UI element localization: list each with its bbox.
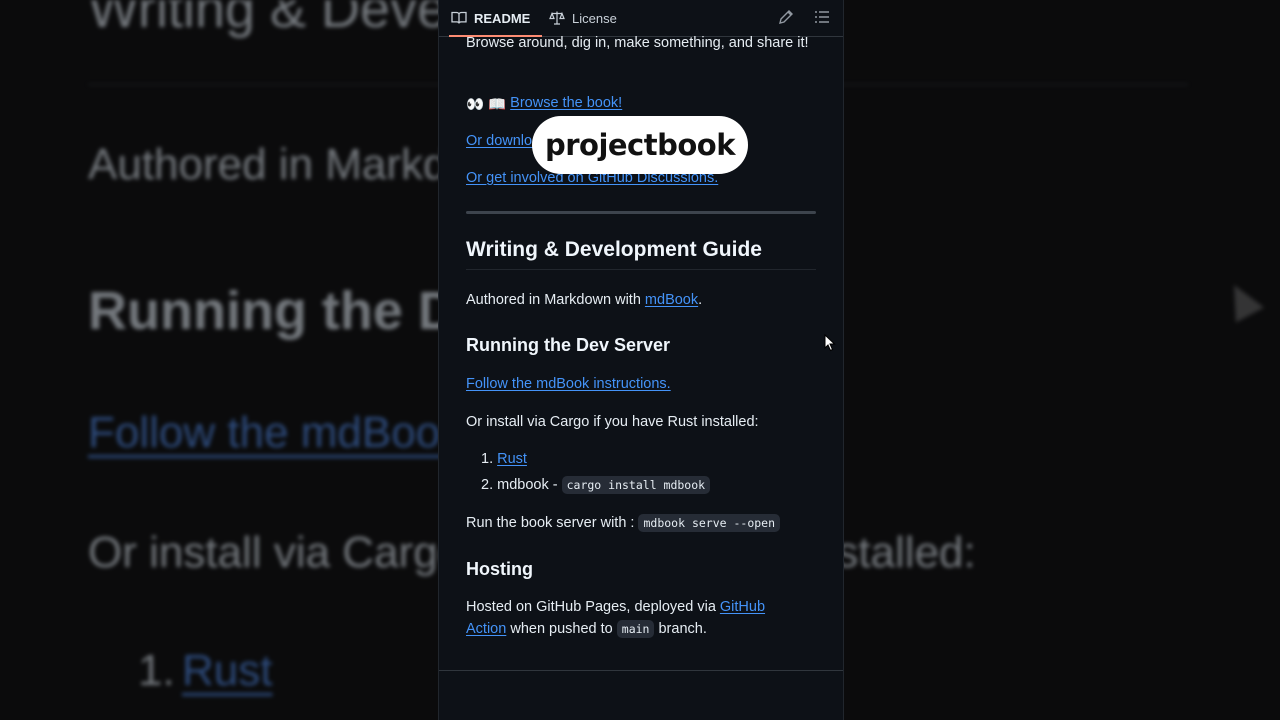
scale-icon (549, 11, 565, 25)
authored-prefix: Authored in Markdown with (466, 292, 645, 308)
book-icon (451, 11, 467, 24)
hosted-prefix: Hosted on GitHub Pages, deployed via (466, 599, 720, 615)
follow-instructions-link[interactable]: Follow the mdBook instructions. (466, 376, 671, 392)
bg-cursor-icon (1219, 277, 1265, 323)
rust-link[interactable]: Rust (497, 451, 527, 467)
serve-code: mdbook serve --open (638, 514, 781, 532)
panel-bottom-divider (439, 670, 843, 671)
list-text: mdbook - (497, 477, 562, 493)
heading-guide: Writing & Development Guide (466, 239, 816, 270)
hosted-line: Hosted on GitHub Pages, deployed via Git… (466, 596, 818, 640)
hosted-suffix: branch. (654, 621, 707, 637)
pencil-icon[interactable] (777, 8, 795, 26)
list-item: 2. mdbook - cargo install mdbook (481, 474, 711, 496)
browse-book-link[interactable]: Browse the book! (510, 95, 622, 111)
run-prefix: Run the book server with : (466, 515, 639, 531)
follow-line: Follow the mdBook instructions. (466, 373, 818, 395)
cargo-install-code: cargo install mdbook (561, 476, 711, 494)
cursor-icon (824, 334, 836, 352)
authored-line: Authored in Markdown with mdBook. (466, 289, 818, 311)
list-number: 1. (481, 451, 494, 467)
authored-suffix: . (698, 292, 703, 308)
tab-license[interactable]: License (549, 0, 617, 36)
github-action-link[interactable]: GitHub (720, 599, 765, 615)
readme-panel: README License Browse around, dig in, ma… (438, 0, 844, 720)
list-icon[interactable] (813, 8, 831, 26)
hosted-mid: when pushed to (506, 621, 617, 637)
tab-license-label: License (572, 10, 617, 26)
intro-text: Browse around, dig in, make something, a… (466, 35, 809, 51)
heading-dev-server: Running the Dev Server (466, 335, 671, 355)
cargo-text: Or install via Cargo if you have Rust in… (466, 414, 759, 430)
browse-line: 👀 📖 Browse the book! (466, 92, 818, 116)
tab-readme-label: README (474, 10, 531, 26)
tab-readme[interactable]: README (448, 0, 543, 37)
eyes-book-emoji: 👀 📖 (466, 97, 507, 113)
heading-hosting: Hosting (466, 559, 533, 579)
list-item: 1. Rust (481, 448, 527, 470)
run-line: Run the book server with : mdbook serve … (466, 512, 818, 534)
github-action-link-cont[interactable]: Action (466, 621, 506, 637)
caption-label: projectbook (532, 116, 748, 174)
divider (466, 211, 816, 214)
list-number: 2. (481, 477, 494, 493)
bg-rust-link: Rust (182, 646, 273, 695)
bg-list-number: 1. (138, 646, 175, 695)
main-branch-code: main (616, 620, 655, 638)
mdbook-link[interactable]: mdBook (645, 292, 698, 308)
